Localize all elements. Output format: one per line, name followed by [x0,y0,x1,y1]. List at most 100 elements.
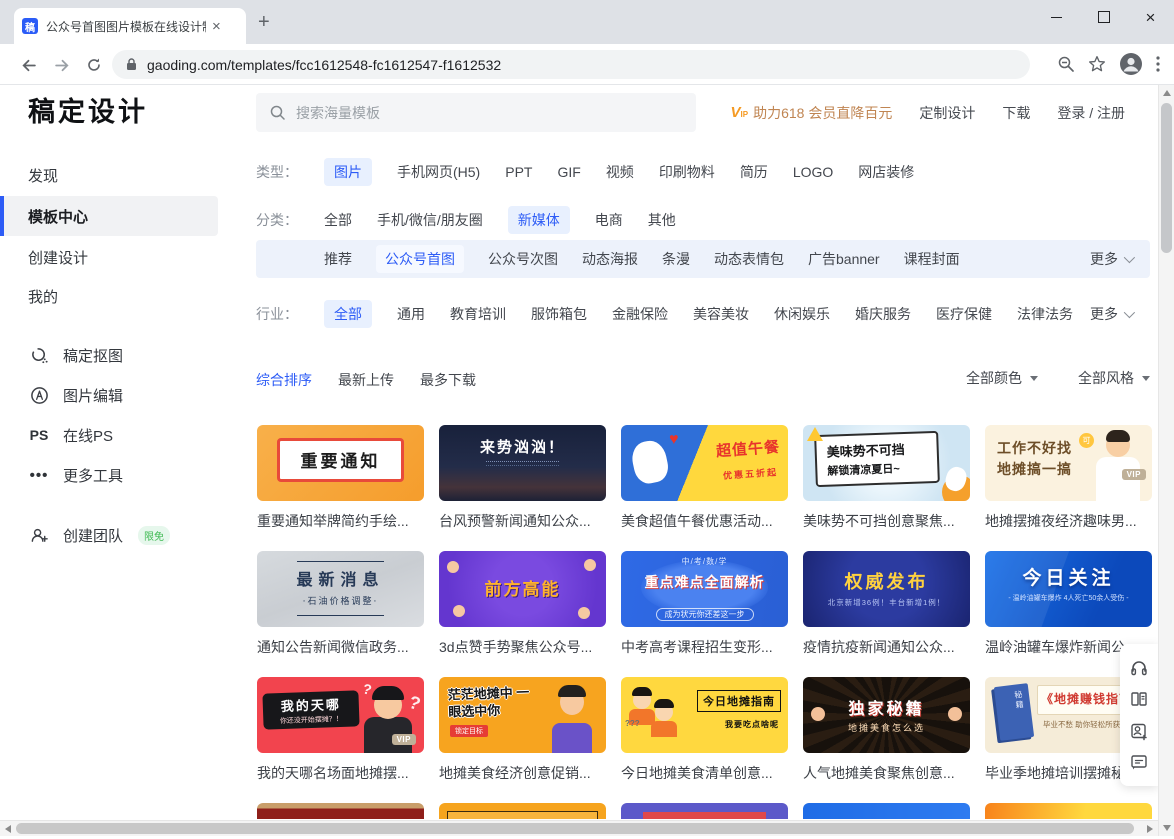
type-option-gif[interactable]: GIF [557,160,580,184]
sidebar-item-template-center[interactable]: 模板中心 [0,196,218,236]
template-card[interactable]: 今日关注 - 温岭油罐车爆炸 4人死亡50余人受伤 - 温岭油罐车爆炸新闻公..… [985,551,1152,657]
horizontal-scrollbar-thumb[interactable] [16,823,1134,834]
industry-general[interactable]: 通用 [397,300,425,328]
template-caption[interactable]: 美味势不可挡创意聚焦... [803,512,970,531]
type-option-ppt[interactable]: PPT [505,160,532,184]
template-card[interactable]: 独家秘籍 地摊美食怎么选 人气地摊美食聚焦创意... [803,677,970,783]
template-caption[interactable]: 通知公告新闻微信政务... [257,638,424,657]
subcategory-more[interactable]: 更多 [1090,249,1132,269]
type-option-h5[interactable]: 手机网页(H5) [397,158,480,186]
template-card[interactable]: 最新消息 ·石油价格调整· 通知公告新闻微信政务... [257,551,424,657]
template-thumbnail[interactable]: 中/考/数/学 重点难点全面解析 成为状元你还差这一步 [621,551,788,627]
template-thumbnail[interactable]: 最新消息 ·石油价格调整· [257,551,424,627]
address-bar[interactable]: gaoding.com/templates/fcc1612548-fc16125… [112,50,1030,79]
scroll-right-arrow-icon[interactable] [1147,825,1153,833]
sidebar-item-create-design[interactable]: 创建设计 [0,237,218,277]
template-card[interactable]: ? ? 我的天哪 你还没开始摆摊？！ VIP 我的天哪名场面地摊摆... [257,677,424,783]
site-logo[interactable]: 稿定设计 [28,85,148,140]
profile-avatar[interactable] [1119,52,1143,76]
template-thumbnail[interactable]: 独家秘籍 地摊美食怎么选 [803,677,970,753]
subcat-recommend[interactable]: 推荐 [324,245,352,273]
template-caption[interactable]: 重要通知举牌简约手绘... [257,512,424,531]
sort-comprehensive[interactable]: 综合排序 [256,370,312,390]
browser-tab[interactable]: 稿 公众号首图图片模板在线设计制 × [14,8,246,44]
category-option-ecommerce[interactable]: 电商 [595,206,623,234]
template-card[interactable]: 工作不好找 地摊搞一搞 可 VIP 地摊摆摊夜经济趣味男... [985,425,1152,531]
vertical-scrollbar[interactable] [1158,85,1174,836]
template-card[interactable]: ??? 今日地摊指南 我要吃点啥呢 今日地摊美食清单创意... [621,677,788,783]
new-tab-button[interactable]: + [258,12,270,32]
subcat-gzh-secondary[interactable]: 公众号次图 [488,245,558,273]
scroll-up-arrow-icon[interactable] [1163,90,1171,96]
vip-promo-link[interactable]: VIP 助力618 会员直降百元 [731,103,893,123]
nav-custom-design[interactable]: 定制设计 [919,103,975,123]
nav-login-register[interactable]: 登录 / 注册 [1057,103,1125,123]
template-caption[interactable]: 3d点赞手势聚焦公众号... [439,638,606,657]
vertical-scrollbar-thumb[interactable] [1161,103,1172,253]
tab-close-icon[interactable]: × [212,18,221,35]
template-card[interactable]: 重要通知 重要通知举牌简约手绘... [257,425,424,531]
template-thumbnail-partial[interactable] [621,803,788,819]
horizontal-scrollbar[interactable] [0,820,1158,836]
sidebar-item-koutu[interactable]: 稿定抠图 [0,338,218,372]
zoom-icon[interactable] [1057,55,1075,73]
template-card[interactable]: ♥ 超值午餐 优惠五折起 美食超值午餐优惠活动... [621,425,788,531]
template-caption[interactable]: 今日地摊美食清单创意... [621,764,788,783]
template-thumbnail[interactable]: 来势汹汹！ [439,425,606,501]
subcat-course-cover[interactable]: 课程封面 [904,245,960,273]
industry-more[interactable]: 更多 [1090,304,1132,324]
sidebar-item-create-team[interactable]: 创建团队 限免 [0,518,218,552]
sidebar-item-discover[interactable]: 发现 [0,155,218,195]
type-option-print[interactable]: 印刷物料 [659,158,715,186]
forward-icon[interactable] [50,53,74,77]
template-thumbnail[interactable]: ??? 今日地摊指南 我要吃点啥呢 [621,677,788,753]
sidebar-item-more-tools[interactable]: ••• 更多工具 [0,458,218,492]
industry-all[interactable]: 全部 [324,300,372,328]
template-thumbnail-partial[interactable] [257,803,424,819]
sidebar-item-online-ps[interactable]: PS 在线PS [0,418,218,452]
scroll-down-arrow-icon[interactable] [1163,825,1171,831]
sidebar-item-mine[interactable]: 我的 [0,276,218,316]
industry-medical[interactable]: 医疗保健 [936,300,992,328]
search-input[interactable] [294,104,638,122]
industry-finance[interactable]: 金融保险 [612,300,668,328]
template-thumbnail[interactable]: 工作不好找 地摊搞一搞 可 VIP [985,425,1152,501]
template-caption[interactable]: 地摊摆摊夜经济趣味男... [985,512,1152,531]
reload-icon[interactable] [82,53,106,77]
industry-education[interactable]: 教育培训 [450,300,506,328]
browser-menu-icon[interactable] [1156,56,1160,72]
subcat-gzh-cover[interactable]: 公众号首图 [376,245,464,273]
template-thumbnail[interactable]: 今日关注 - 温岭油罐车爆炸 4人死亡50余人受伤 - [985,551,1152,627]
category-option-newmedia[interactable]: 新媒体 [508,206,570,234]
sidebar-item-image-edit[interactable]: 图片编辑 [0,378,218,412]
template-thumbnail-partial[interactable] [803,803,970,819]
template-card[interactable]: 权威发布 北京新增36例！丰台新增1例！ 疫情抗疫新闻通知公众... [803,551,970,657]
invite-member-icon[interactable] [1128,720,1150,742]
category-option-all[interactable]: 全部 [324,206,352,234]
template-thumbnail-partial[interactable] [439,803,606,819]
template-thumbnail[interactable]: 前方高能 [439,551,606,627]
category-option-other[interactable]: 其他 [648,206,676,234]
subcat-comic[interactable]: 条漫 [662,245,690,273]
feedback-icon[interactable] [1128,751,1150,773]
template-caption[interactable]: 美食超值午餐优惠活动... [621,512,788,531]
template-thumbnail[interactable]: 权威发布 北京新增36例！丰台新增1例！ [803,551,970,627]
template-thumbnail[interactable]: 茫茫地摊中 一眼选中你 锁定目标 [439,677,606,753]
template-card[interactable]: 茫茫地摊中 一眼选中你 锁定目标 地摊美食经济创意促销... [439,677,606,783]
template-thumbnail[interactable]: 重要通知 [257,425,424,501]
style-filter-dropdown[interactable]: 全部风格 [1078,368,1150,388]
template-caption[interactable]: 台风预警新闻通知公众... [439,512,606,531]
close-button[interactable]: × [1127,0,1174,34]
reading-guide-icon[interactable] [1128,688,1150,710]
subcat-banner[interactable]: 广告banner [808,245,880,273]
industry-beauty[interactable]: 美容美妆 [693,300,749,328]
template-thumbnail[interactable]: ♥ 超值午餐 优惠五折起 [621,425,788,501]
type-option-shop[interactable]: 网店装修 [858,158,914,186]
industry-leisure[interactable]: 休闲娱乐 [774,300,830,328]
type-option-video[interactable]: 视频 [606,158,634,186]
bookmark-star-icon[interactable] [1088,55,1106,73]
template-card[interactable]: 中/考/数/学 重点难点全面解析 成为状元你还差这一步 中考高考课程招生变形..… [621,551,788,657]
template-caption[interactable]: 疫情抗疫新闻通知公众... [803,638,970,657]
minimize-button[interactable] [1033,0,1080,34]
back-icon[interactable] [16,53,40,77]
